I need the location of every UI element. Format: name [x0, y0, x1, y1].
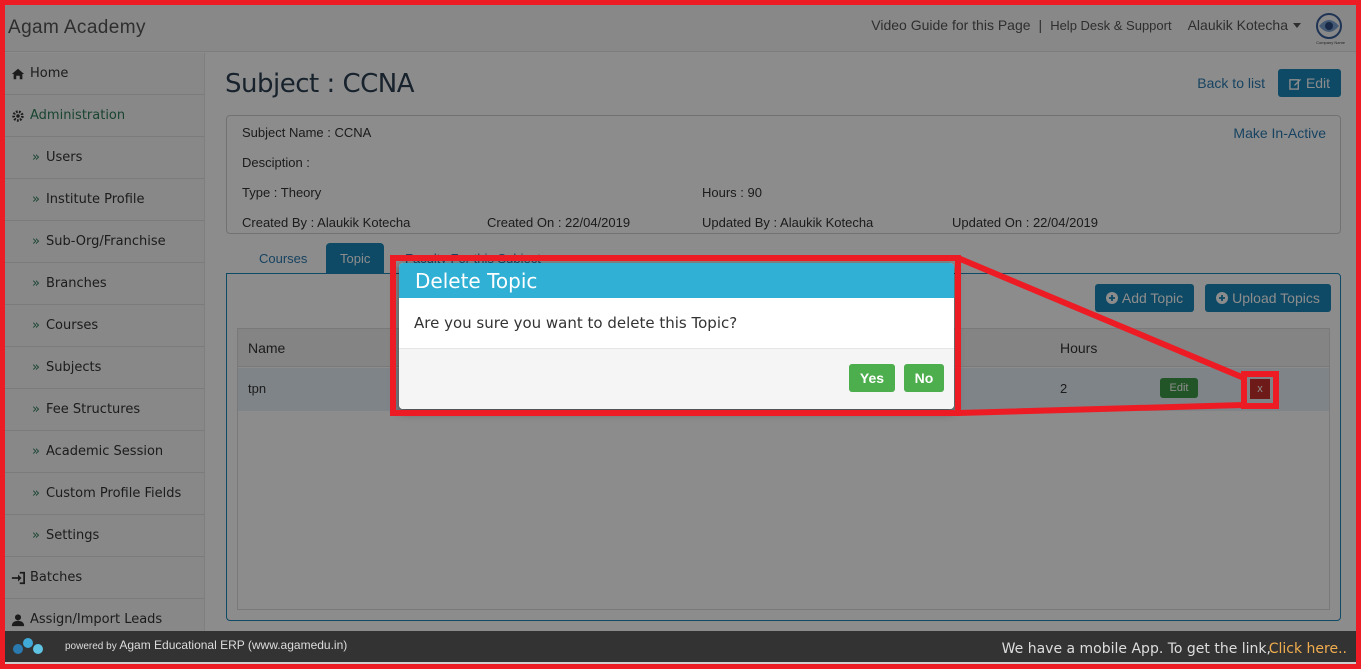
powered-by-name[interactable]: Agam Educational ERP (www.agamedu.in) [119, 638, 347, 652]
dialog-title: Delete Topic [399, 263, 954, 298]
yes-button[interactable]: Yes [849, 364, 895, 392]
powered-by-text: powered by Agam Educational ERP (www.aga… [65, 638, 347, 652]
mobile-app-text: We have a mobile App. To get the link, [1001, 641, 1271, 657]
no-button[interactable]: No [904, 364, 944, 392]
footer-bar: powered by Agam Educational ERP (www.aga… [0, 631, 1361, 662]
taskbar-strip [0, 662, 1361, 669]
dialog-message: Are you sure you want to delete this Top… [399, 298, 954, 349]
agam-logo [13, 638, 43, 654]
powered-by-prefix: powered by [65, 641, 117, 652]
delete-topic-dialog: Delete Topic Are you sure you want to de… [399, 263, 954, 409]
dialog-footer: Yes No [399, 349, 954, 409]
click-here-link[interactable]: Click here.. [1269, 641, 1347, 657]
